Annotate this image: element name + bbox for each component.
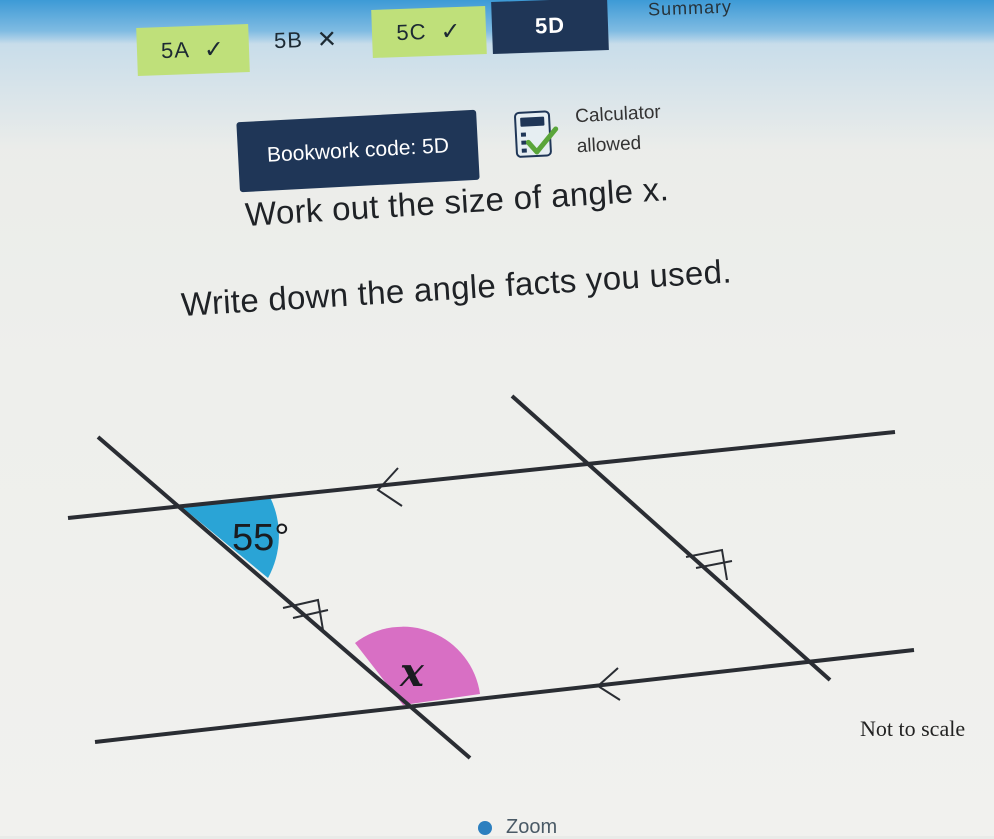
check-icon: ✓ bbox=[203, 35, 226, 64]
not-to-scale-note: Not to scale bbox=[860, 716, 965, 741]
zoom-icon bbox=[478, 820, 492, 835]
tab-label: 5D bbox=[534, 12, 566, 39]
question-line-2: Write down the angle facts you used. bbox=[180, 252, 733, 323]
double-arrow-right bbox=[685, 548, 733, 581]
tab-label: Summary bbox=[647, 0, 733, 19]
parallel-line-top bbox=[67, 430, 896, 520]
tab-5c[interactable]: 5C ✓ bbox=[371, 6, 487, 58]
calculator-status-label: Calculator allowed bbox=[574, 98, 663, 162]
angle-diagram: 55° x Not to scale bbox=[67, 394, 965, 760]
calculator-line-2: allowed bbox=[576, 132, 642, 158]
parallel-arrow-top bbox=[376, 467, 403, 507]
tab-label: 5A bbox=[160, 37, 191, 64]
bookwork-code-badge: Bookwork code: 5D bbox=[236, 109, 480, 193]
check-icon: ✓ bbox=[440, 17, 463, 46]
transversal-left bbox=[96, 435, 472, 760]
cross-icon: ✕ bbox=[316, 25, 339, 54]
calculator-line-1: Calculator bbox=[574, 101, 662, 128]
bookwork-code-label: Bookwork code: 5D bbox=[266, 134, 450, 167]
calculator-allowed-icon bbox=[514, 110, 559, 158]
transversal-right bbox=[510, 394, 832, 682]
tab-5d[interactable]: 5D bbox=[491, 0, 609, 55]
tab-5b[interactable]: 5B ✕ bbox=[253, 14, 359, 66]
parallel-line-bottom bbox=[94, 648, 915, 744]
given-angle-label: 55° bbox=[232, 517, 289, 559]
tab-label: 5C bbox=[395, 19, 427, 46]
unknown-angle-label: x bbox=[399, 649, 425, 696]
tab-5a[interactable]: 5A ✓ bbox=[136, 24, 250, 76]
tab-label: 5B bbox=[273, 27, 304, 54]
